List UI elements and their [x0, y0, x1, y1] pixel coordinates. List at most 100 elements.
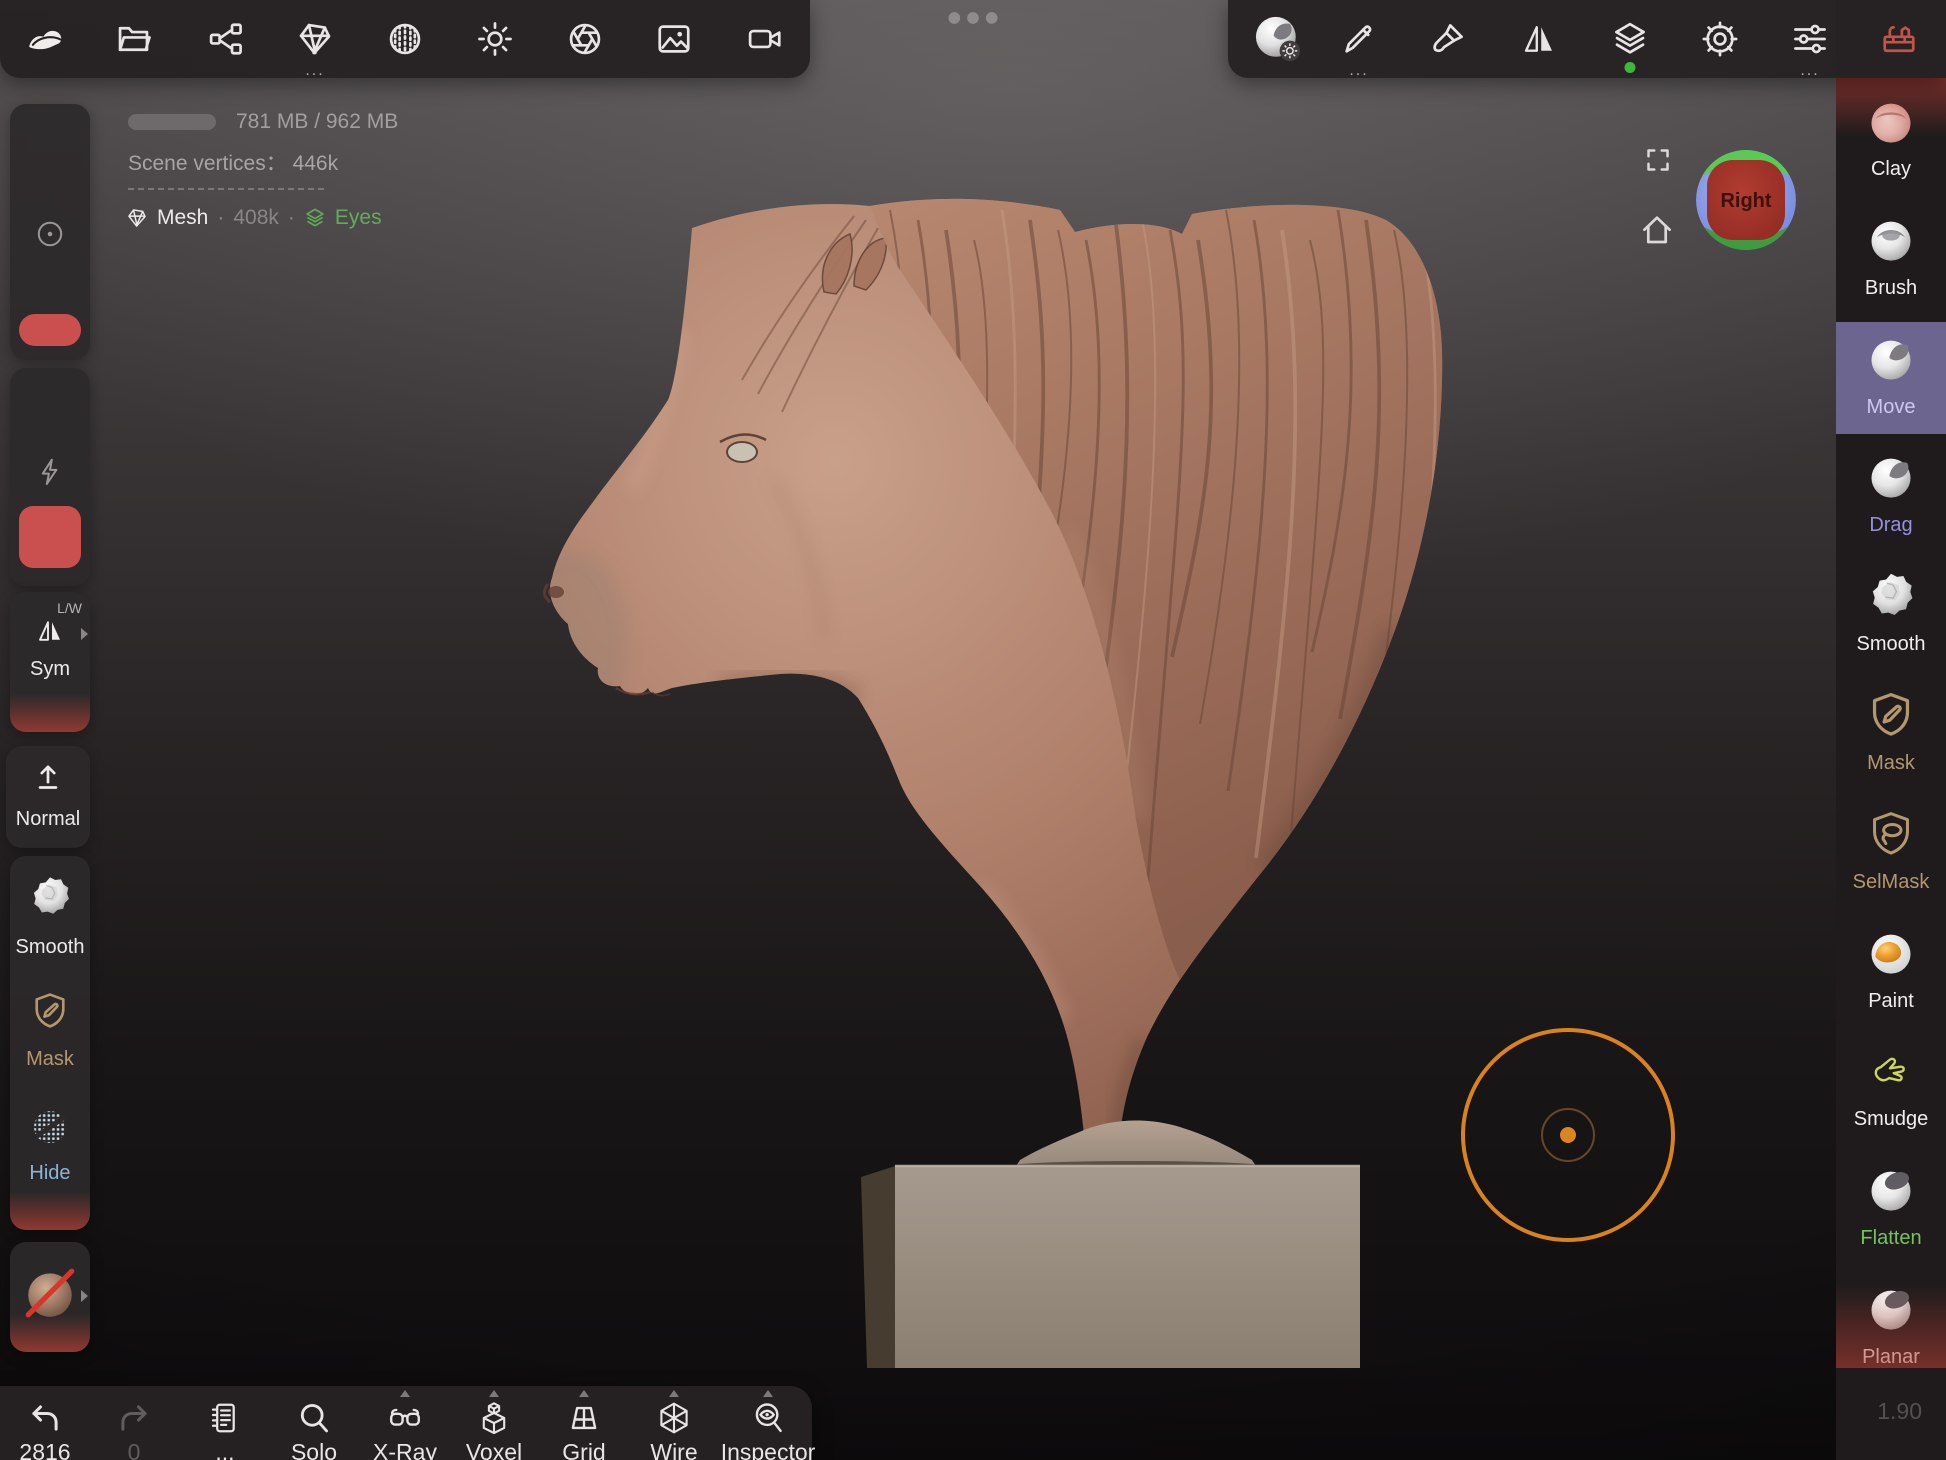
- sculpture-horse-bust: [420, 180, 1450, 1380]
- tr-sliders-button[interactable]: ...: [1776, 0, 1844, 78]
- bottom-label: ...: [215, 1439, 234, 1460]
- expand-caret-icon: [81, 1290, 88, 1302]
- voxel-cubes-icon: [476, 1400, 512, 1436]
- symmetry-section[interactable]: L/W Sym: [10, 592, 90, 732]
- mesh-icon: [126, 207, 148, 229]
- caret-up-icon: [579, 1390, 589, 1397]
- share-nodes-icon: [207, 20, 245, 58]
- home-view-button[interactable]: [1639, 212, 1675, 253]
- fullscreen-button[interactable]: [1643, 145, 1673, 180]
- tl-share-nodes-button[interactable]: [192, 0, 260, 78]
- xray-glasses-icon: [387, 1400, 423, 1436]
- smooth-ball-icon[interactable]: [27, 874, 73, 925]
- redo-button[interactable]: 0: [89, 1388, 179, 1460]
- sliders-icon: [1791, 20, 1829, 58]
- material-sphere-button[interactable]: [10, 1242, 90, 1352]
- tr-paintbrush-button[interactable]: [1414, 0, 1482, 78]
- paintbrush-icon: [1429, 20, 1467, 58]
- hide-quick-label[interactable]: Hide: [10, 1162, 90, 1185]
- tool-label: Flatten: [1860, 1227, 1921, 1249]
- bottom-label: Solo: [291, 1439, 337, 1460]
- quick-tools-panel: Smooth Mask Hide: [10, 856, 90, 1230]
- tool-selmask[interactable]: SelMask: [1836, 797, 1946, 909]
- gizmo-face-label: Right: [1720, 190, 1771, 212]
- toolbar-drag-handle[interactable]: [944, 11, 1002, 30]
- bottom-solo-button[interactable]: Solo: [269, 1388, 359, 1460]
- memory-info: 781 MB / 962 MB: [128, 110, 398, 134]
- hide-sphere-icon[interactable]: [28, 1104, 72, 1148]
- tl-folder-button[interactable]: [100, 0, 168, 78]
- tool-drag-icon: [1865, 440, 1917, 514]
- dot-separator: ·: [217, 206, 224, 230]
- radius-slider-handle[interactable]: [19, 314, 81, 346]
- notebook-icon: [207, 1400, 243, 1436]
- tool-label: Smooth: [1857, 633, 1926, 655]
- tl-aperture-button[interactable]: [551, 0, 619, 78]
- tool-move-icon: [1865, 322, 1917, 396]
- tr-gear-button[interactable]: [1686, 0, 1754, 78]
- undo-button[interactable]: 2816: [0, 1388, 90, 1460]
- tool-drag[interactable]: Drag: [1836, 440, 1946, 552]
- tool-paint-icon: [1865, 916, 1917, 990]
- tool-selmask-icon: [1865, 797, 1917, 871]
- bottom-notebook-button[interactable]: ...: [180, 1388, 270, 1460]
- tool-brush-icon: [1865, 203, 1917, 277]
- bottom-perspective-grid-button[interactable]: Grid: [539, 1388, 629, 1460]
- wireframe-icon: [656, 1400, 692, 1436]
- caret-up-icon: [763, 1390, 773, 1397]
- tool-move[interactable]: Move: [1836, 322, 1946, 434]
- tool-smudge[interactable]: Smudge: [1836, 1034, 1946, 1146]
- tl-nomad-logo-button[interactable]: [12, 0, 80, 78]
- video-camera-icon: [746, 20, 784, 58]
- caret-up-icon: [669, 1390, 679, 1397]
- mask-shield-icon[interactable]: [29, 990, 71, 1037]
- undo-count: 2816: [19, 1439, 70, 1460]
- tl-matcap-sphere-button[interactable]: [371, 0, 439, 78]
- layers-icon: [1611, 20, 1649, 58]
- tool-paint[interactable]: Paint: [1836, 916, 1946, 1028]
- bottom-wireframe-button[interactable]: Wire: [629, 1388, 719, 1460]
- tool-label: SelMask: [1853, 871, 1930, 893]
- active-tool-matcap-icon: [1250, 11, 1306, 67]
- scene-vertices-label: Scene vertices：: [128, 152, 287, 175]
- gear-icon: [1701, 20, 1739, 58]
- intensity-slider-handle[interactable]: [19, 506, 81, 568]
- tr-layers-button[interactable]: [1596, 0, 1664, 78]
- mesh-info-row[interactable]: Mesh · 408k · Eyes: [126, 206, 382, 230]
- bottom-voxel-cubes-button[interactable]: Voxel: [449, 1388, 539, 1460]
- layer-name: Eyes: [335, 206, 382, 230]
- intensity-slider[interactable]: [10, 368, 90, 586]
- tool-mask[interactable]: Mask: [1836, 678, 1946, 790]
- mask-quick-label[interactable]: Mask: [10, 1048, 90, 1071]
- tr-toolbox-button[interactable]: [1865, 0, 1933, 78]
- symmetry-icon: [35, 616, 65, 646]
- tl-image-button[interactable]: [640, 0, 708, 78]
- tr-mirror-button[interactable]: [1505, 0, 1573, 78]
- tool-label: Drag: [1869, 514, 1912, 536]
- smooth-quick-label[interactable]: Smooth: [10, 936, 90, 959]
- bottom-label: X-Ray: [373, 1439, 437, 1460]
- scroll-fade-bottom: [1836, 1284, 1946, 1368]
- intensity-icon: [34, 456, 66, 488]
- app-version: 1.90: [1877, 1398, 1922, 1425]
- tl-gem-button[interactable]: ...: [281, 0, 349, 78]
- tr-active-tool-matcap-button[interactable]: [1244, 0, 1312, 78]
- active-layer-dot: [1625, 62, 1636, 73]
- tool-label: Smudge: [1854, 1108, 1929, 1130]
- image-icon: [655, 20, 693, 58]
- bottom-xray-glasses-button[interactable]: X-Ray: [360, 1388, 450, 1460]
- tool-flatten[interactable]: Flatten: [1836, 1153, 1946, 1265]
- radius-slider[interactable]: [10, 104, 90, 360]
- stroke-normal-button[interactable]: Normal: [6, 746, 90, 848]
- orientation-gizmo[interactable]: Right: [1694, 148, 1798, 252]
- aperture-icon: [566, 20, 604, 58]
- tl-video-camera-button[interactable]: [731, 0, 799, 78]
- tl-sun-button[interactable]: [461, 0, 529, 78]
- caret-up-icon: [489, 1390, 499, 1397]
- tool-smooth[interactable]: Smooth: [1836, 559, 1946, 671]
- tr-pencil-button[interactable]: ...: [1325, 0, 1393, 78]
- scroll-fade: [10, 694, 90, 732]
- bottom-inspector-eye-button[interactable]: Inspector: [723, 1388, 813, 1460]
- tool-brush[interactable]: Brush: [1836, 203, 1946, 315]
- redo-count: 0: [128, 1439, 141, 1460]
